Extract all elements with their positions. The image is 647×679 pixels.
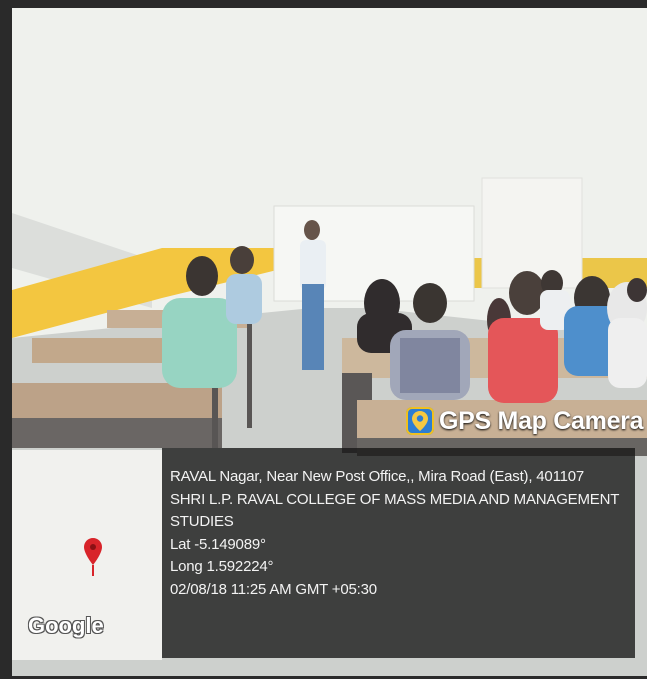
brand-title: GPS Map Camera [439,406,644,435]
place-name-line2: STUDIES [170,513,234,530]
longitude-text: Long 1.592224° [170,558,274,575]
datetime-text: 02/08/18 11:25 AM GMT +05:30 [170,580,377,598]
map-pin-icon [406,407,434,435]
google-logo: Google [28,613,104,638]
map-marker-icon [84,538,102,576]
location-details: RAVAL Nagar, Near New Post Office,, Mira… [170,466,630,601]
latitude-text: Lat -5.149089° [170,535,266,553]
brand-bar: GPS Map Camera [406,401,644,441]
place-name-line1: SHRI L.P. RAVAL COLLEGE OF MASS MEDIA AN… [170,490,620,508]
address-line: RAVAL Nagar, Near New Post Office,, Mira… [170,468,585,485]
app-logo [412,411,428,431]
